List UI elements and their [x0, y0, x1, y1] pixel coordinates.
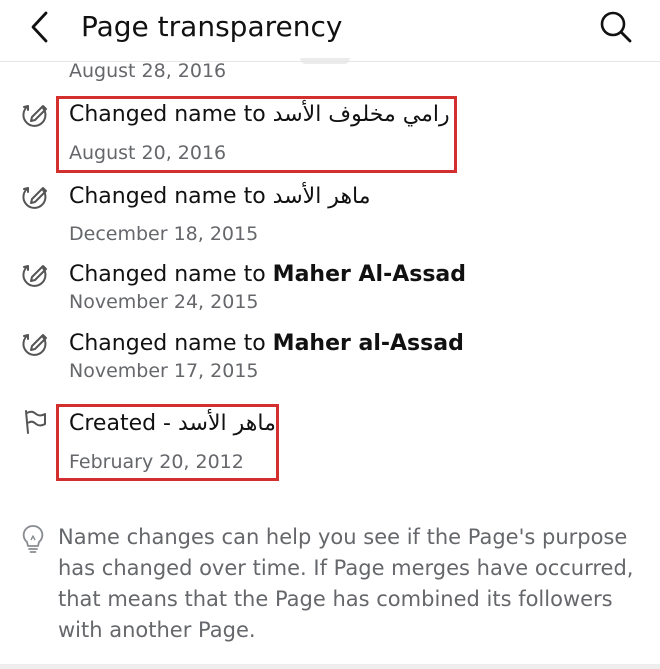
- back-button[interactable]: [22, 8, 58, 46]
- history-prefix: Created -: [69, 411, 171, 436]
- history-date: November 17, 2015: [69, 360, 259, 382]
- history-date: December 18, 2015: [69, 223, 259, 245]
- history-prefix: Changed name to: [69, 331, 266, 356]
- history-prefix: Changed name to: [69, 102, 266, 127]
- edit-icon: [22, 265, 47, 287]
- history-name: Maher Al-Assad: [272, 262, 467, 287]
- history-prefix: Changed name to: [69, 184, 266, 209]
- history-title: Changed name to Maher Al-Assad: [69, 260, 466, 290]
- history-date: August 20, 2016: [69, 142, 227, 164]
- search-button[interactable]: [596, 8, 636, 46]
- bottom-divider: [0, 664, 660, 669]
- history-name: ماهر الأسد: [178, 411, 276, 436]
- search-icon: [600, 11, 632, 43]
- history-title: Changed name to ماهر الأسد: [69, 182, 371, 212]
- history-name: ماهر الأسد: [272, 184, 371, 209]
- history-prefix: Changed name to: [69, 262, 266, 287]
- history-date: February 20, 2012: [69, 451, 244, 473]
- history-date: August 28, 2016: [69, 60, 227, 82]
- history-title: Changed name to Maher al-Assad: [69, 329, 464, 359]
- history-name: Maher al-Assad: [272, 331, 464, 356]
- edit-icon: [22, 334, 47, 356]
- edit-icon: [22, 105, 47, 127]
- lightbulb-icon: [22, 525, 44, 553]
- history-name: رامي مخلوف الأسد: [272, 102, 450, 127]
- chevron-left-icon: [31, 11, 48, 43]
- top-app-bar: Page transparency: [0, 0, 660, 54]
- info-text: Name changes can help you see if the Pag…: [58, 525, 634, 642]
- history-date: November 24, 2015: [69, 291, 259, 313]
- history-title: Created - ماهر الأسد: [69, 409, 276, 439]
- flag-icon: [25, 410, 46, 434]
- history-title: Changed name to رامي مخلوف الأسد: [69, 100, 450, 130]
- edit-icon: [22, 187, 47, 209]
- page-title: Page transparency: [81, 10, 343, 43]
